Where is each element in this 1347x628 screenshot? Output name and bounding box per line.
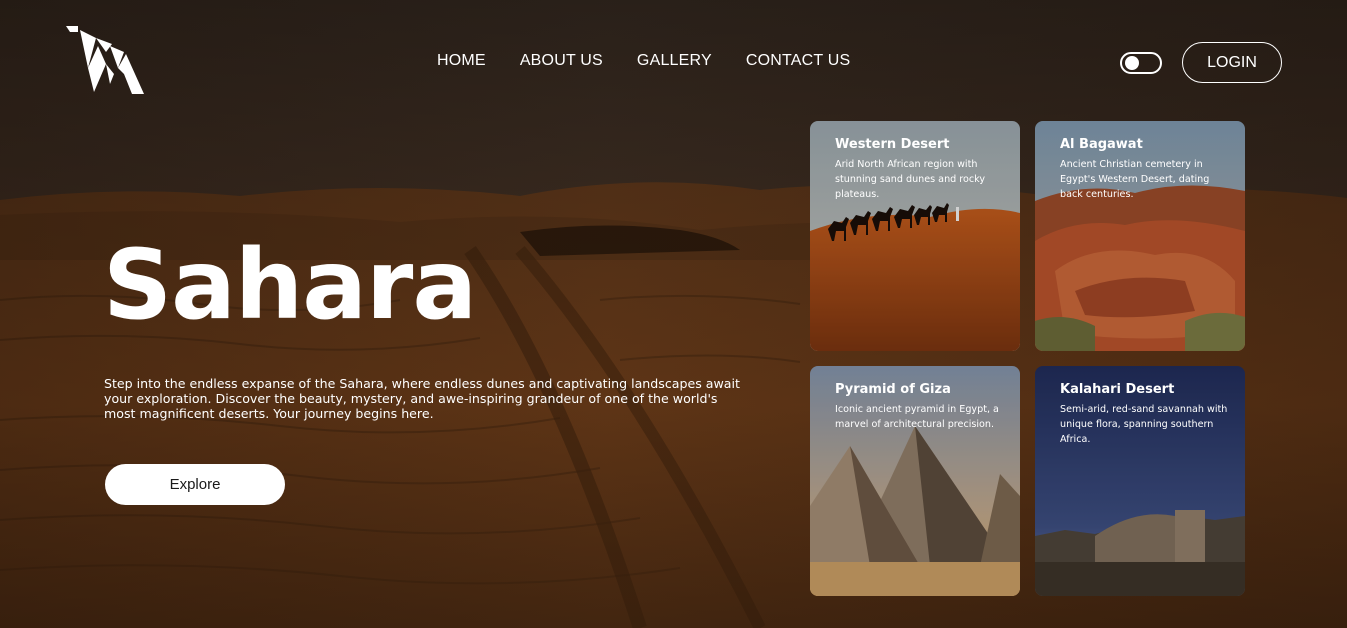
card-al-bagawat[interactable]: Al Bagawat Ancient Christian cemetery in… xyxy=(1035,121,1245,351)
card-pyramid-of-giza[interactable]: Pyramid of Giza Iconic ancient pyramid i… xyxy=(810,366,1020,596)
pyramid-of-giza-image xyxy=(810,366,1020,596)
kalahari-desert-image xyxy=(1035,366,1245,596)
theme-toggle[interactable] xyxy=(1120,52,1162,74)
card-title: Western Desert xyxy=(835,137,950,152)
nav-gallery[interactable]: GALLERY xyxy=(637,52,712,70)
card-western-desert[interactable]: Western Desert Arid North African region… xyxy=(810,121,1020,351)
nav-home[interactable]: HOME xyxy=(437,52,486,70)
nav-about-us[interactable]: ABOUT US xyxy=(520,52,603,70)
card-kalahari-desert[interactable]: Kalahari Desert Semi-arid, red-sand sava… xyxy=(1035,366,1245,596)
toggle-knob xyxy=(1125,56,1139,70)
western-desert-image xyxy=(810,121,1020,351)
card-description: Ancient Christian cemetery in Egypt's We… xyxy=(1060,159,1210,200)
login-button[interactable]: LOGIN xyxy=(1182,42,1282,83)
main-nav: HOME ABOUT US GALLERY CONTACT US xyxy=(437,52,850,70)
hero-title: Sahara xyxy=(103,229,477,341)
card-title: Kalahari Desert xyxy=(1060,382,1175,397)
camel-logo-icon[interactable] xyxy=(66,24,146,94)
card-description: Arid North African region with stunning … xyxy=(835,159,986,200)
card-description: Iconic ancient pyramid in Egypt, a marve… xyxy=(835,404,999,430)
card-title: Pyramid of Giza xyxy=(835,382,951,397)
nav-contact-us[interactable]: CONTACT US xyxy=(746,52,851,70)
al-bagawat-image xyxy=(1035,121,1245,351)
card-title: Al Bagawat xyxy=(1060,137,1143,152)
hero-description: Step into the endless expanse of the Sah… xyxy=(104,376,740,421)
explore-button[interactable]: Explore xyxy=(105,464,285,505)
card-description: Semi-arid, red-sand savannah with unique… xyxy=(1060,404,1228,445)
